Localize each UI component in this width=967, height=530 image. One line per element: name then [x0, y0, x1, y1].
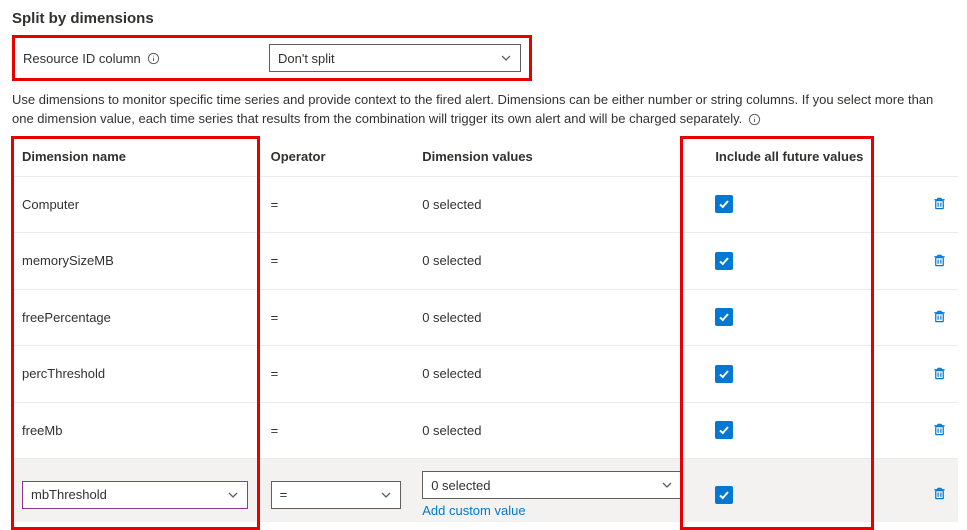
delete-button[interactable]	[930, 308, 948, 326]
operator-selected: =	[280, 487, 288, 502]
chevron-down-icon	[500, 52, 512, 64]
dimension-name: percThreshold	[22, 366, 105, 381]
resource-id-label: Resource ID column	[23, 51, 141, 66]
th-values: Dimension values	[412, 137, 705, 177]
delete-button[interactable]	[930, 485, 948, 503]
values-summary: 0 selected	[422, 423, 481, 438]
dimensions-table: Dimension name Operator Dimension values…	[12, 137, 958, 523]
th-include: Include all future values	[705, 137, 897, 177]
table-row: percThreshold = 0 selected	[12, 346, 958, 403]
dimension-name-dropdown[interactable]: mbThreshold	[22, 481, 248, 509]
dimension-name: Computer	[22, 197, 79, 212]
table-row-edit: mbThreshold = 0 selected Add custom valu…	[12, 459, 958, 523]
add-custom-value-link[interactable]: Add custom value	[422, 499, 695, 518]
values-summary: 0 selected	[422, 310, 481, 325]
th-actions	[897, 137, 958, 177]
table-row: Computer = 0 selected	[12, 176, 958, 233]
chevron-down-icon	[661, 479, 673, 491]
info-icon[interactable]	[147, 51, 161, 65]
section-title: Split by dimensions	[12, 10, 955, 27]
delete-button[interactable]	[930, 195, 948, 213]
delete-button[interactable]	[930, 251, 948, 269]
dimension-name: freePercentage	[22, 310, 111, 325]
values-summary: 0 selected	[422, 366, 481, 381]
help-text: Use dimensions to monitor specific time …	[12, 91, 952, 129]
resource-id-selected: Don't split	[278, 51, 335, 66]
operator-value: =	[271, 197, 279, 212]
dimension-name: freeMb	[22, 423, 62, 438]
include-checkbox[interactable]	[715, 252, 733, 270]
include-checkbox[interactable]	[715, 365, 733, 383]
values-summary: 0 selected	[422, 197, 481, 212]
dimension-name-selected: mbThreshold	[31, 487, 107, 502]
include-checkbox[interactable]	[715, 308, 733, 326]
operator-value: =	[271, 310, 279, 325]
operator-value: =	[271, 423, 279, 438]
operator-value: =	[271, 253, 279, 268]
include-checkbox[interactable]	[715, 421, 733, 439]
info-icon[interactable]	[748, 112, 762, 126]
include-checkbox[interactable]	[715, 486, 733, 504]
chevron-down-icon	[227, 489, 239, 501]
operator-value: =	[271, 366, 279, 381]
delete-button[interactable]	[930, 364, 948, 382]
th-name: Dimension name	[12, 137, 261, 177]
chevron-down-icon	[380, 489, 392, 501]
resource-id-dropdown[interactable]: Don't split	[269, 44, 521, 72]
values-dropdown[interactable]: 0 selected	[422, 471, 682, 499]
table-row: freeMb = 0 selected	[12, 402, 958, 459]
th-operator: Operator	[261, 137, 413, 177]
resource-id-row: Resource ID column Don't split	[12, 35, 532, 81]
dimension-name: memorySizeMB	[22, 253, 114, 268]
include-checkbox[interactable]	[715, 195, 733, 213]
operator-dropdown[interactable]: =	[271, 481, 401, 509]
values-summary: 0 selected	[422, 253, 481, 268]
table-row: freePercentage = 0 selected	[12, 289, 958, 346]
delete-button[interactable]	[930, 421, 948, 439]
table-row: memorySizeMB = 0 selected	[12, 233, 958, 290]
values-selected: 0 selected	[431, 478, 490, 493]
